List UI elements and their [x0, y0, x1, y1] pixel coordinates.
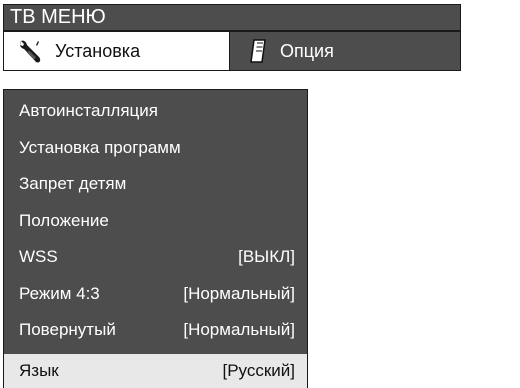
- menu-item-value: [Нормальный]: [183, 284, 295, 303]
- tab-setup-label: Установка: [55, 40, 141, 61]
- menu-item-value: [Нормальный]: [183, 320, 295, 339]
- menu-title-bar: ТВ МЕНЮ: [3, 4, 461, 31]
- menu-item-label: Язык: [19, 361, 59, 380]
- wrench-icon: [20, 40, 41, 63]
- menu-item-auto-install[interactable]: Автоинсталляция: [4, 94, 307, 128]
- document-icon: [250, 39, 266, 63]
- menu-title: ТВ МЕНЮ: [10, 6, 106, 28]
- menu-item-value: [Русский]: [222, 361, 295, 380]
- menu-item-rotated[interactable]: Повернутый [Нормальный]: [4, 313, 307, 347]
- tab-options[interactable]: Опция: [230, 32, 460, 70]
- menu-item-label: Установка программ: [19, 138, 181, 157]
- menu-item-child-lock[interactable]: Запрет детям: [4, 167, 307, 201]
- menu-item-program-setup[interactable]: Установка программ: [4, 131, 307, 165]
- setup-menu: Автоинсталляция Установка программ Запре…: [3, 89, 308, 388]
- menu-item-label: Запрет детям: [19, 174, 127, 193]
- menu-item-label: Положение: [19, 211, 109, 230]
- menu-item-label: Режим 4:3: [19, 284, 100, 303]
- tab-options-label: Опция: [280, 40, 334, 61]
- menu-item-value: [ВЫКЛ]: [238, 247, 295, 266]
- menu-item-label: Автоинсталляция: [19, 101, 158, 120]
- tab-bar: Установка Опция: [3, 31, 461, 71]
- menu-item-language[interactable]: Язык [Русский]: [4, 354, 307, 388]
- menu-item-label: Повернутый: [19, 320, 116, 339]
- menu-item-label: WSS: [19, 247, 58, 266]
- menu-item-position[interactable]: Положение: [4, 204, 307, 238]
- menu-item-4-3-mode[interactable]: Режим 4:3 [Нормальный]: [4, 277, 307, 311]
- menu-item-wss[interactable]: WSS [ВЫКЛ]: [4, 240, 307, 274]
- tab-setup[interactable]: Установка: [4, 32, 230, 70]
